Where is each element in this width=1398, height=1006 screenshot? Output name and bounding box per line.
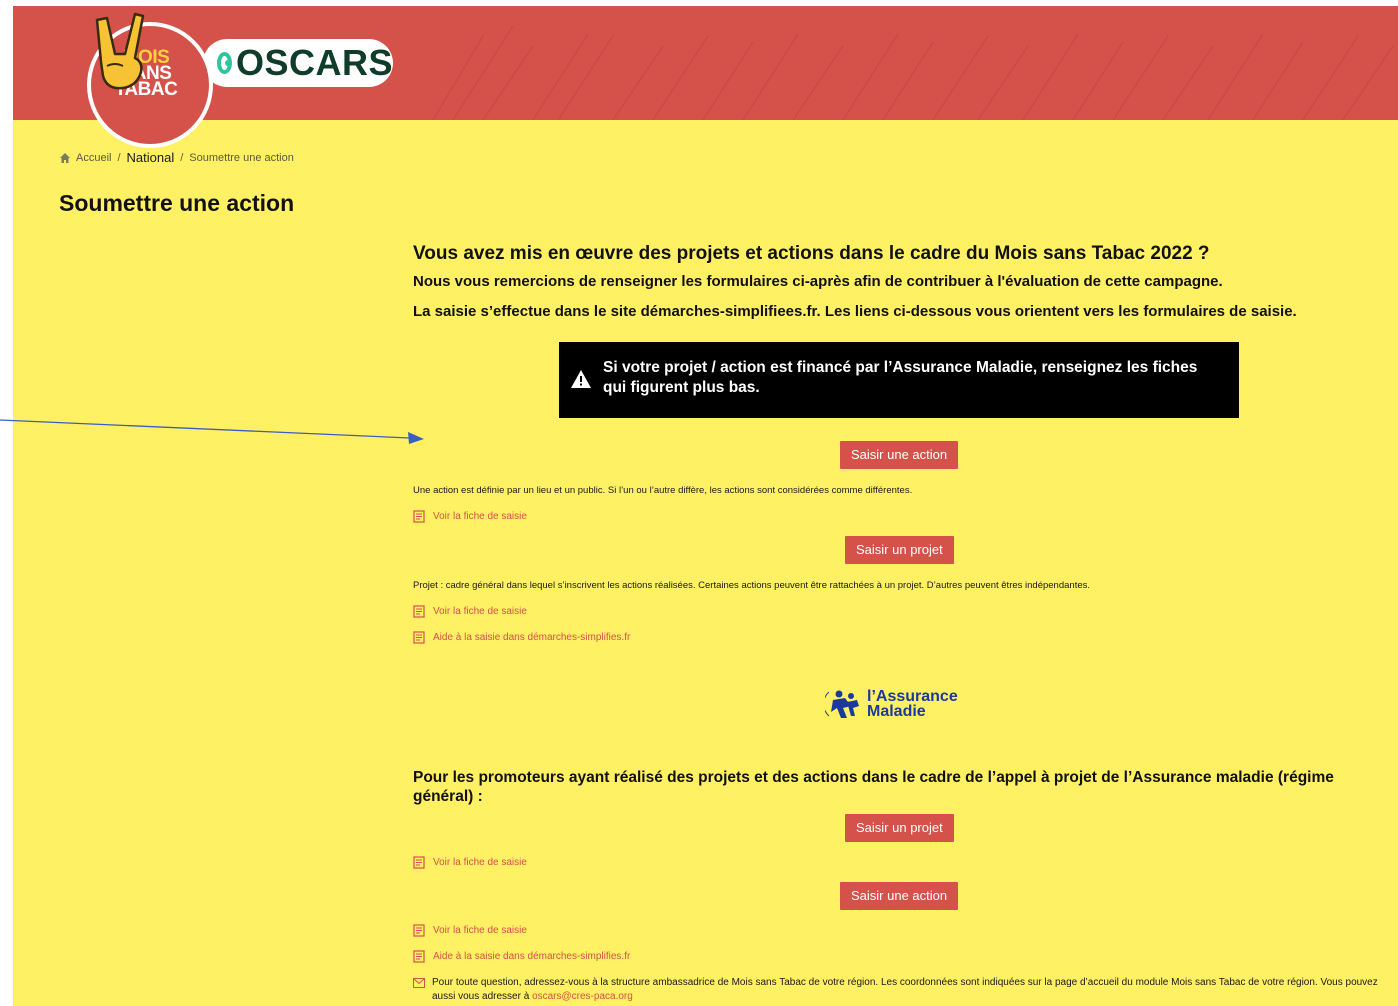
page: MOIS SANS TABAC OSCARS Accueil / Nationa… [13,6,1398,1006]
assurance-maladie-heading: Pour les promoteurs ayant réalisé des pr… [413,769,1334,805]
document-icon [413,950,425,963]
home-icon[interactable] [60,152,70,163]
am-saisir-projet-button[interactable]: Saisir un projet [845,814,954,842]
breadcrumb-separator: / [180,151,184,164]
contact-info: Pour toute question, adressez-vous à la … [413,976,1393,1004]
am-saisir-action-button[interactable]: Saisir une action [840,882,959,910]
aide-saisie-link[interactable]: Aide à la saisie dans démarches-simplifi… [413,631,630,644]
assurance-maladie-line-2: Maladie [867,703,926,720]
breadcrumb-separator: / [117,151,121,164]
assurance-maladie-logo: l’Assurance Maladie [825,686,958,722]
am-voir-fiche-projet-label: Voir la fiche de saisie [433,857,527,868]
project-note: Projet : cadre général dans lequel s’ins… [413,580,1091,591]
breadcrumb-accueil[interactable]: Accueil [76,152,111,164]
intro-line-2: La saisie s’effectue dans le site démarc… [413,303,1297,320]
page-title: Soumettre une action [59,190,295,216]
contact-email-link[interactable]: oscars@cres-paca.org [532,991,633,1002]
oscars-wordmark: OSCARS [235,42,393,83]
document-icon [413,510,425,523]
saisir-action-button[interactable]: Saisir une action [840,441,959,469]
document-icon [413,856,425,869]
breadcrumb-current: Soumettre une action [189,151,294,164]
saisir-projet-button[interactable]: Saisir un projet [845,536,954,564]
alert-box: Si votre projet / action est financé par… [559,342,1239,418]
document-icon [413,605,425,618]
am-voir-fiche-action-label: Voir la fiche de saisie [433,925,527,936]
breadcrumb: Accueil / National / Soumettre une actio… [60,150,294,165]
alert-text: Si votre projet / action est financé par… [603,359,1198,396]
intro-heading: Vous avez mis en œuvre des projets et ac… [413,243,1210,264]
voir-fiche-action-link[interactable]: Voir la fiche de saisie [413,510,527,523]
intro-line-1: Nous vous remercions de renseigner les f… [413,273,1223,290]
document-icon [413,631,425,644]
am-voir-fiche-action-link[interactable]: Voir la fiche de saisie [413,924,527,937]
oscars-logo[interactable]: OSCARS [203,39,393,87]
am-aide-saisie-label: Aide à la saisie dans démarches-simplifi… [433,951,631,962]
voir-fiche-projet-label: Voir la fiche de saisie [433,606,527,617]
oscars-o-icon [217,52,232,74]
intro: Vous avez mis en œuvre des projets et ac… [413,242,1393,324]
am-aide-saisie-link[interactable]: Aide à la saisie dans démarches-simplifi… [413,950,630,963]
assurance-maladie-line-1: l’Assurance [867,688,958,705]
voir-fiche-projet-link[interactable]: Voir la fiche de saisie [413,605,527,618]
warning-icon [571,370,591,388]
mail-icon [413,978,425,988]
voir-fiche-action-label: Voir la fiche de saisie [433,511,527,522]
aide-saisie-label: Aide à la saisie dans démarches-simplifi… [433,632,631,643]
am-voir-fiche-projet-link[interactable]: Voir la fiche de saisie [413,856,527,869]
assurance-maladie-figures-icon [825,690,859,718]
breadcrumb-national[interactable]: National [127,150,175,165]
victory-hand-icon [95,12,145,90]
action-note: Une action est définie par un lieu et un… [413,485,913,496]
document-icon [413,924,425,937]
